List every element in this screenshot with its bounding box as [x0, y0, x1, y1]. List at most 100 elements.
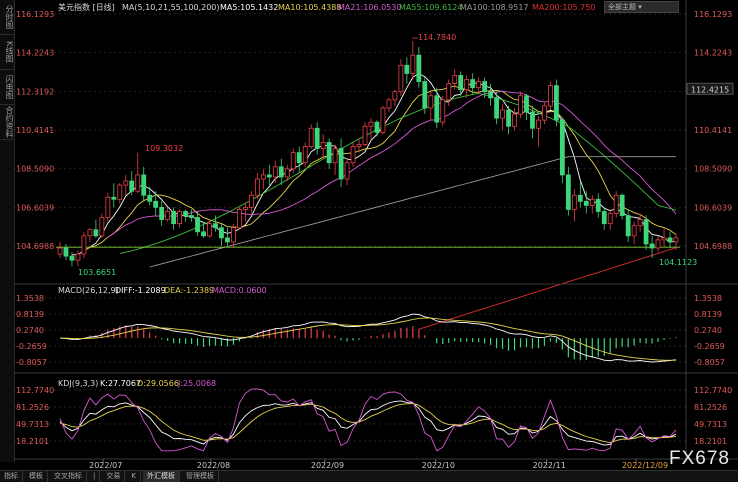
ma-params: MA(5,10,21,55,100,200): [122, 3, 220, 12]
date-tick-label: 2022/09: [311, 461, 344, 470]
candle-body: [559, 119, 565, 176]
candle-body: [87, 229, 93, 237]
ma5-line: [71, 72, 677, 256]
candle-body: [386, 99, 392, 109]
candle-body: [577, 194, 583, 202]
candle-body: [290, 152, 296, 170]
macd-tick-label-left: 0.2740: [16, 326, 44, 335]
theme-dropdown[interactable]: 全部主题 ▾: [604, 1, 679, 13]
candle-body: [117, 184, 123, 200]
macd-tick-label-left: -0.8057: [16, 358, 47, 367]
macd-dea: DEA:-1.2389: [164, 286, 214, 295]
price-tick-label-left: 112.3192: [16, 87, 54, 96]
candle-body: [536, 119, 541, 129]
candle-body: [565, 174, 571, 210]
price-tick-label-left: 110.4141: [16, 126, 54, 135]
tab-trade[interactable]: 交易: [102, 471, 126, 482]
theme-dropdown-label: 全部主题: [608, 3, 636, 11]
kdj-d: D:29.0566: [137, 379, 179, 388]
candle-body: [272, 166, 278, 178]
symbol-label: 美元指数 [日线]: [58, 2, 115, 12]
candle-body: [165, 211, 171, 220]
price-tick-label-left: 114.2243: [16, 49, 54, 58]
price-grid: [14, 13, 686, 247]
candle-body: [320, 142, 326, 149]
macd-value: MACD:0.0600: [212, 286, 267, 295]
candle-body: [63, 247, 69, 257]
price-tick-label-left: 104.6988: [16, 242, 54, 251]
candle-body: [129, 180, 135, 192]
candle-body: [482, 81, 488, 93]
candle-body: [667, 237, 673, 243]
candle-body: [458, 75, 464, 91]
chart-area[interactable]: 美元指数 [日线] MA(5,10,21,55,100,200) MA5:105…: [0, 0, 738, 470]
tab-cross-indicator[interactable]: 交叉指标: [50, 471, 87, 482]
candle-body: [338, 148, 344, 180]
tab-separator: |: [89, 471, 101, 482]
candle-body: [57, 247, 63, 255]
left-peak-annotation: 109.3032: [145, 144, 183, 153]
candle-body: [231, 227, 236, 243]
candle-body: [254, 178, 260, 196]
price-tick-label-right: 108.5090: [694, 165, 732, 174]
candle-body: [500, 109, 505, 119]
candle-body: [237, 209, 242, 229]
date-tick-label: 2022/11: [533, 461, 566, 470]
tab-indicator[interactable]: 指标: [0, 471, 23, 482]
ma200-line: [418, 247, 677, 330]
candle-body: [344, 162, 350, 180]
candle-body: [159, 207, 165, 220]
candle-body: [631, 225, 637, 237]
date-tick-label: 2022/07: [89, 461, 122, 470]
macd-tick-label-right: -0.8057: [694, 358, 725, 367]
candle-body: [141, 174, 147, 196]
candle-body: [488, 91, 494, 99]
candle-body: [643, 219, 649, 245]
candle-body: [213, 223, 218, 229]
candle-body: [446, 83, 452, 101]
candle-body: [637, 219, 643, 227]
candle-body: [183, 211, 188, 216]
ma100-value: MA100:108.9517: [460, 3, 529, 12]
candle-body: [589, 198, 595, 206]
kdj-j: J:25.0068: [177, 379, 216, 388]
ma55-value: MA55:109.6124: [399, 3, 462, 12]
tab-template[interactable]: 模板: [25, 471, 48, 482]
ma21-value: MA21:106.0530: [338, 3, 401, 12]
date-tick-label: 2022/10: [422, 461, 455, 470]
candle-body: [601, 211, 607, 225]
ma10-value: MA10:105.4388: [278, 3, 341, 12]
candle-body: [512, 113, 517, 127]
candle-body: [201, 231, 206, 237]
candle-body: [356, 144, 362, 147]
candle-body: [404, 64, 410, 74]
candle-body: [506, 109, 511, 127]
candle-body: [81, 235, 87, 255]
candle-body: [619, 194, 625, 216]
candle-body: [434, 95, 440, 123]
date-tick-label: 2022/08: [197, 461, 230, 470]
candle-body: [350, 146, 356, 164]
candle-body: [380, 107, 386, 133]
tab-forex-template[interactable]: 外汇模板: [142, 471, 180, 482]
candle-body: [518, 95, 523, 115]
price-tick-label-right: 116.1293: [694, 10, 732, 19]
candle-body: [93, 229, 99, 237]
kdj-pane: 112.7740 112.7740 81.2526 81.2526 49.7313 49.…: [14, 386, 732, 452]
macd-tick-label-left: 0.8139: [16, 310, 44, 319]
candle-body: [374, 121, 380, 133]
candle-body: [368, 121, 374, 127]
candle-body: [123, 180, 129, 186]
candle-body: [470, 79, 476, 89]
candle-body: [571, 194, 577, 210]
price-tick-label-left: 108.5090: [16, 165, 54, 174]
current-price-label: 112.4215: [691, 85, 729, 94]
price-annotations: 114.7840 109.3032 103.6651 104.1123: [78, 33, 697, 277]
candle-body: [428, 95, 434, 109]
kdj-tick-label-left: 112.7740: [16, 386, 54, 395]
tab-k[interactable]: K: [127, 471, 141, 482]
candle-body: [177, 211, 183, 225]
candle-body: [189, 215, 194, 218]
candle-body: [302, 146, 308, 164]
tab-manage-template[interactable]: 管理模板: [182, 471, 219, 482]
